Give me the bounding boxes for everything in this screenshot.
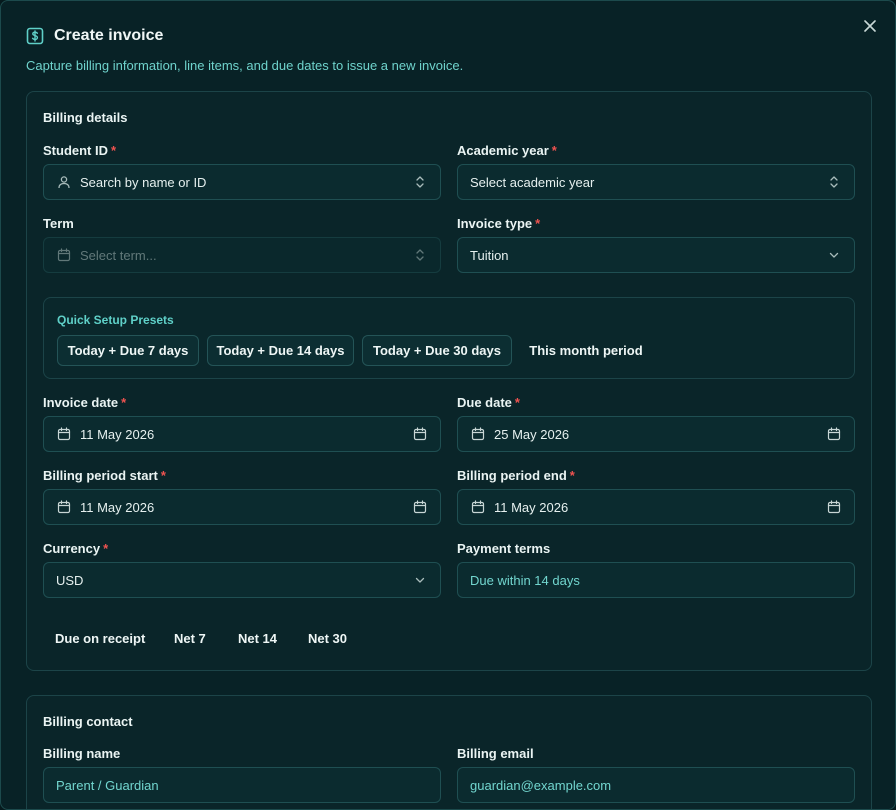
invoice-date-value: 11 May 2026 <box>80 426 155 442</box>
billing-email-value: guardian@example.com <box>470 777 612 793</box>
term-net-14-button[interactable]: Net 14 <box>238 626 277 650</box>
billing-email-label: Billing email <box>457 746 534 761</box>
dialog-header: Create invoice <box>26 25 163 47</box>
academic-year-placeholder: Select academic year <box>470 174 595 190</box>
billing-email-input[interactable]: guardian@example.com <box>457 767 855 803</box>
invoice-type-select[interactable]: Tuition <box>457 237 855 273</box>
due-date-label: Due date * <box>457 395 520 410</box>
period-start-label: Billing period start * <box>43 468 166 483</box>
calendar-icon <box>57 248 71 262</box>
chevron-down-icon <box>415 577 425 583</box>
term-placeholder: Select term... <box>80 247 157 263</box>
section-title: Billing details <box>43 110 128 125</box>
billing-contact-section: Billing contact Billing name Parent / Gu… <box>26 695 872 809</box>
preset-this-month-button[interactable]: This month period <box>520 335 652 366</box>
billing-name-label: Billing name <box>43 746 121 761</box>
close-button[interactable] <box>861 17 879 35</box>
due-date-picker[interactable]: 25 May 2026 <box>457 416 855 452</box>
term-net-30-button[interactable]: Net 30 <box>308 626 347 650</box>
billing-name-input[interactable]: Parent / Guardian <box>43 767 441 803</box>
academic-year-label: Academic year * <box>457 143 557 158</box>
calendar-icon <box>827 427 841 441</box>
payment-terms-label: Payment terms <box>457 541 551 556</box>
chevron-up-down-icon <box>416 249 424 261</box>
period-end-label: Billing period end * <box>457 468 575 483</box>
payment-terms-input[interactable]: Due within 14 days <box>457 562 855 598</box>
dollar-icon <box>26 27 44 45</box>
term-combobox[interactable]: Select term... <box>43 237 441 273</box>
period-start-value: 11 May 2026 <box>80 499 155 515</box>
calendar-icon <box>413 427 427 441</box>
period-end-value: 11 May 2026 <box>494 499 569 515</box>
quick-setup-presets: Quick Setup Presets Today + Due 7 days T… <box>43 297 855 379</box>
term-due-on-receipt-button[interactable]: Due on receipt <box>55 626 145 650</box>
preset-due-7-days-button[interactable]: Today + Due 7 days <box>57 335 199 366</box>
calendar-icon <box>57 427 71 441</box>
preset-due-30-days-button[interactable]: Today + Due 30 days <box>362 335 512 366</box>
create-invoice-dialog: Create invoice Capture billing informati… <box>0 0 896 810</box>
term-net-7-button[interactable]: Net 7 <box>174 626 206 650</box>
billing-details-section: Billing details Student ID * Search by na… <box>26 91 872 671</box>
invoice-type-label: Invoice type * <box>457 216 541 231</box>
user-icon <box>58 176 70 189</box>
chevron-down-icon <box>829 252 839 258</box>
close-icon <box>864 20 876 32</box>
term-label: Term <box>43 216 74 231</box>
dialog-title: Create invoice <box>54 27 164 44</box>
billing-name-value: Parent / Guardian <box>56 777 159 793</box>
calendar-icon <box>827 500 841 514</box>
period-start-picker[interactable]: 11 May 2026 <box>43 489 441 525</box>
student-id-placeholder: Search by name or ID <box>80 174 207 190</box>
chevron-up-down-icon <box>830 176 838 188</box>
student-id-label: Student ID * <box>43 143 117 158</box>
calendar-icon <box>57 500 71 514</box>
preset-due-14-days-button[interactable]: Today + Due 14 days <box>207 335 354 366</box>
invoice-date-picker[interactable]: 11 May 2026 <box>43 416 441 452</box>
due-date-value: 25 May 2026 <box>494 426 570 442</box>
payment-terms-value: Due within 14 days <box>470 572 580 588</box>
dialog-subtitle: Capture billing information, line items,… <box>26 58 464 73</box>
calendar-icon <box>471 427 485 441</box>
presets-title: Quick Setup Presets <box>57 313 174 327</box>
section-title: Billing contact <box>43 714 133 729</box>
chevron-up-down-icon <box>416 176 424 188</box>
currency-select[interactable]: USD <box>43 562 441 598</box>
currency-value: USD <box>56 572 84 588</box>
academic-year-combobox[interactable]: Select academic year <box>457 164 855 200</box>
period-end-picker[interactable]: 11 May 2026 <box>457 489 855 525</box>
calendar-icon <box>471 500 485 514</box>
currency-label: Currency * <box>43 541 109 556</box>
student-id-combobox[interactable]: Search by name or ID <box>43 164 441 200</box>
calendar-icon <box>413 500 427 514</box>
invoice-type-value: Tuition <box>470 247 509 263</box>
invoice-date-label: Invoice date * <box>43 395 127 410</box>
